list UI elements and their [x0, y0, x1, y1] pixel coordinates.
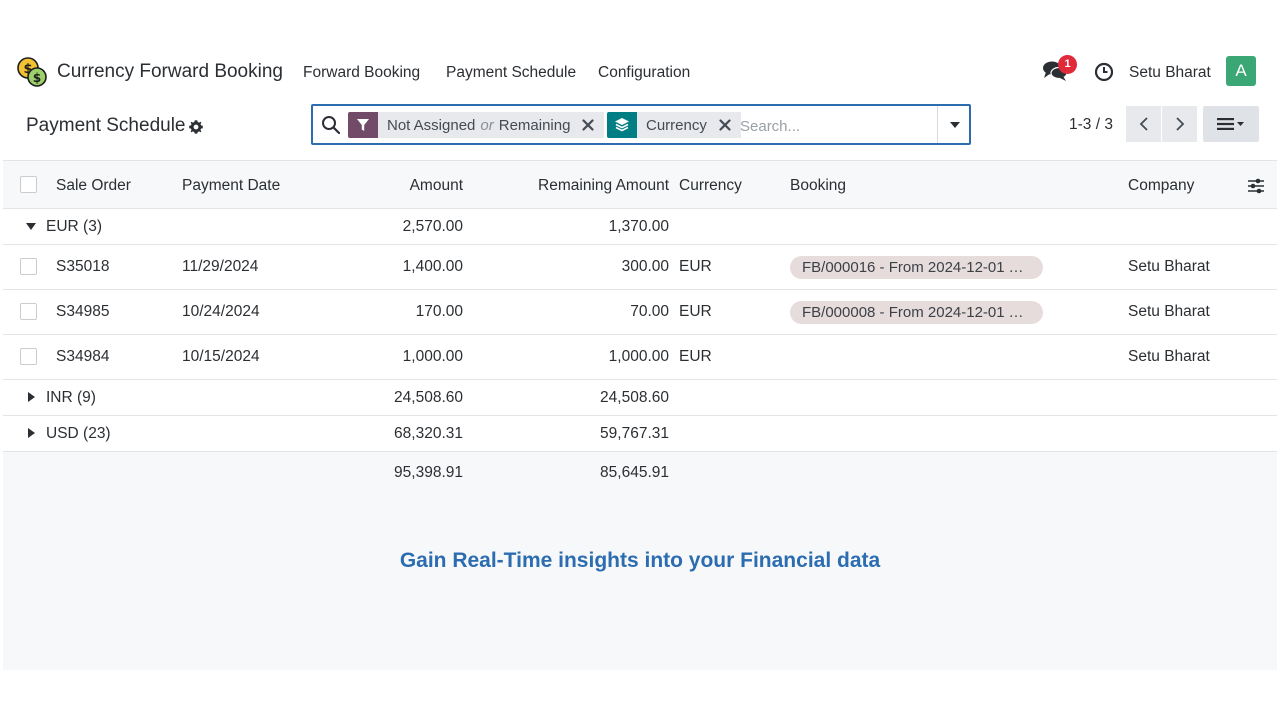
column-company[interactable]: Company [1128, 177, 1194, 195]
chevron-right-icon [1175, 117, 1184, 131]
filter-icon [348, 112, 378, 138]
group-label: USD (23) [46, 425, 111, 442]
groupby-facet-label: Currency [637, 112, 741, 138]
currency-coins-icon[interactable]: $ $ [16, 56, 48, 88]
caret-right-icon [28, 428, 35, 438]
clock-icon[interactable] [1094, 62, 1114, 82]
remove-groupby-icon[interactable] [719, 119, 731, 131]
remaining-cell: 1,000.00 [608, 348, 669, 365]
currency-cell: EUR [679, 303, 712, 320]
payment-date-cell: 10/15/2024 [182, 348, 260, 365]
sale-order-cell: S35018 [56, 258, 110, 275]
payment-date-cell: 10/24/2024 [182, 303, 260, 320]
remaining-cell: 300.00 [621, 258, 669, 275]
total-amount: 95,398.91 [394, 464, 463, 481]
filter-facet[interactable]: Not Assigned or Remaining [348, 112, 605, 138]
tagline: Gain Real-Time insights into your Financ… [399, 549, 881, 572]
menu-forward-booking[interactable]: Forward Booking [303, 64, 420, 82]
pager-next-button[interactable] [1162, 106, 1197, 142]
group-amount: 24,508.60 [394, 389, 463, 406]
filter-facet-label: Not Assigned or Remaining [378, 112, 605, 138]
list-view-icon [1217, 118, 1244, 130]
table-header: Sale Order Payment Date Amount Remaining… [3, 161, 1277, 209]
column-amount[interactable]: Amount [410, 177, 463, 195]
select-all-checkbox[interactable] [20, 176, 37, 193]
company-cell: Setu Bharat [1128, 258, 1210, 275]
menu-configuration[interactable]: Configuration [598, 64, 690, 82]
caret-right-icon [28, 392, 35, 402]
booking-tag[interactable]: FB/000008 - From 2024-12-01 To... [790, 301, 1043, 324]
group-row-usd[interactable]: USD (23) 68,320.31 59,767.31 [3, 416, 1277, 452]
group-amount: 68,320.31 [394, 425, 463, 442]
row-checkbox[interactable] [20, 303, 37, 320]
column-remaining-amount[interactable]: Remaining Amount [538, 177, 669, 195]
groupby-facet-text: Currency [646, 116, 707, 134]
optional-columns-icon[interactable] [1247, 177, 1265, 195]
svg-text:$: $ [33, 71, 41, 85]
search-bar[interactable]: Not Assigned or Remaining Currency [311, 104, 971, 145]
filter-facet-part1: Not Assigned [387, 116, 476, 134]
filter-facet-or: or [480, 116, 494, 134]
table-row[interactable]: S34984 10/15/2024 1,000.00 1,000.00 EUR … [3, 335, 1277, 380]
remove-filter-icon[interactable] [582, 119, 595, 131]
caret-down-icon [949, 121, 960, 128]
sale-order-cell: S34985 [56, 303, 110, 320]
amount-cell: 1,400.00 [402, 258, 463, 275]
column-payment-date[interactable]: Payment Date [182, 177, 280, 195]
currency-cell: EUR [679, 348, 712, 365]
group-row-eur[interactable]: EUR (3) 2,570.00 1,370.00 [3, 209, 1277, 245]
avatar[interactable]: A [1226, 56, 1256, 86]
row-checkbox[interactable] [20, 348, 37, 365]
company-cell: Setu Bharat [1128, 348, 1210, 365]
column-booking[interactable]: Booking [790, 177, 846, 195]
filter-facet-part2: Remaining [498, 116, 571, 134]
list-view-button[interactable] [1203, 106, 1259, 142]
group-remaining: 59,767.31 [600, 425, 669, 442]
pager-value[interactable]: 1-3 / 3 [1069, 116, 1113, 134]
column-sale-order[interactable]: Sale Order [56, 177, 131, 195]
table-row[interactable]: S34985 10/24/2024 170.00 70.00 EUR FB/00… [3, 290, 1277, 335]
control-panel: Payment Schedule Not Assigned or Remaini… [0, 100, 1280, 156]
search-input[interactable] [740, 114, 930, 138]
main-navbar: $ $ Currency Forward Booking Forward Boo… [0, 48, 1280, 96]
table-row[interactable]: S35018 11/29/2024 1,400.00 300.00 EUR FB… [3, 245, 1277, 290]
pager-previous-button[interactable] [1126, 106, 1161, 142]
group-label: EUR (3) [46, 218, 102, 235]
page-title: Payment Schedule [26, 115, 186, 136]
menu-payment-schedule[interactable]: Payment Schedule [446, 64, 576, 82]
search-icon[interactable] [321, 115, 341, 135]
group-label: INR (9) [46, 389, 96, 406]
row-checkbox[interactable] [20, 258, 37, 275]
gear-icon[interactable] [188, 119, 204, 135]
group-remaining: 1,370.00 [608, 218, 669, 235]
currency-cell: EUR [679, 258, 712, 275]
groupby-facet[interactable]: Currency [607, 112, 741, 138]
list-view: Sale Order Payment Date Amount Remaining… [3, 160, 1277, 670]
amount-cell: 170.00 [415, 303, 463, 320]
chevron-left-icon [1139, 117, 1148, 131]
group-row-inr[interactable]: INR (9) 24,508.60 24,508.60 [3, 380, 1277, 416]
app-name[interactable]: Currency Forward Booking [57, 61, 283, 83]
search-options-toggle[interactable] [937, 106, 971, 143]
caret-down-icon [26, 223, 36, 230]
user-name[interactable]: Setu Bharat [1129, 64, 1211, 82]
notification-badge: 1 [1058, 55, 1077, 74]
group-remaining: 24,508.60 [600, 389, 669, 406]
payment-date-cell: 11/29/2024 [182, 258, 259, 275]
booking-tag[interactable]: FB/000016 - From 2024-12-01 To... [790, 256, 1043, 279]
column-currency[interactable]: Currency [679, 177, 742, 195]
layers-icon [607, 112, 637, 138]
amount-cell: 1,000.00 [402, 348, 463, 365]
company-cell: Setu Bharat [1128, 303, 1210, 320]
total-remaining: 85,645.91 [600, 464, 669, 481]
sale-order-cell: S34984 [56, 348, 110, 365]
group-amount: 2,570.00 [402, 218, 463, 235]
remaining-cell: 70.00 [630, 303, 669, 320]
